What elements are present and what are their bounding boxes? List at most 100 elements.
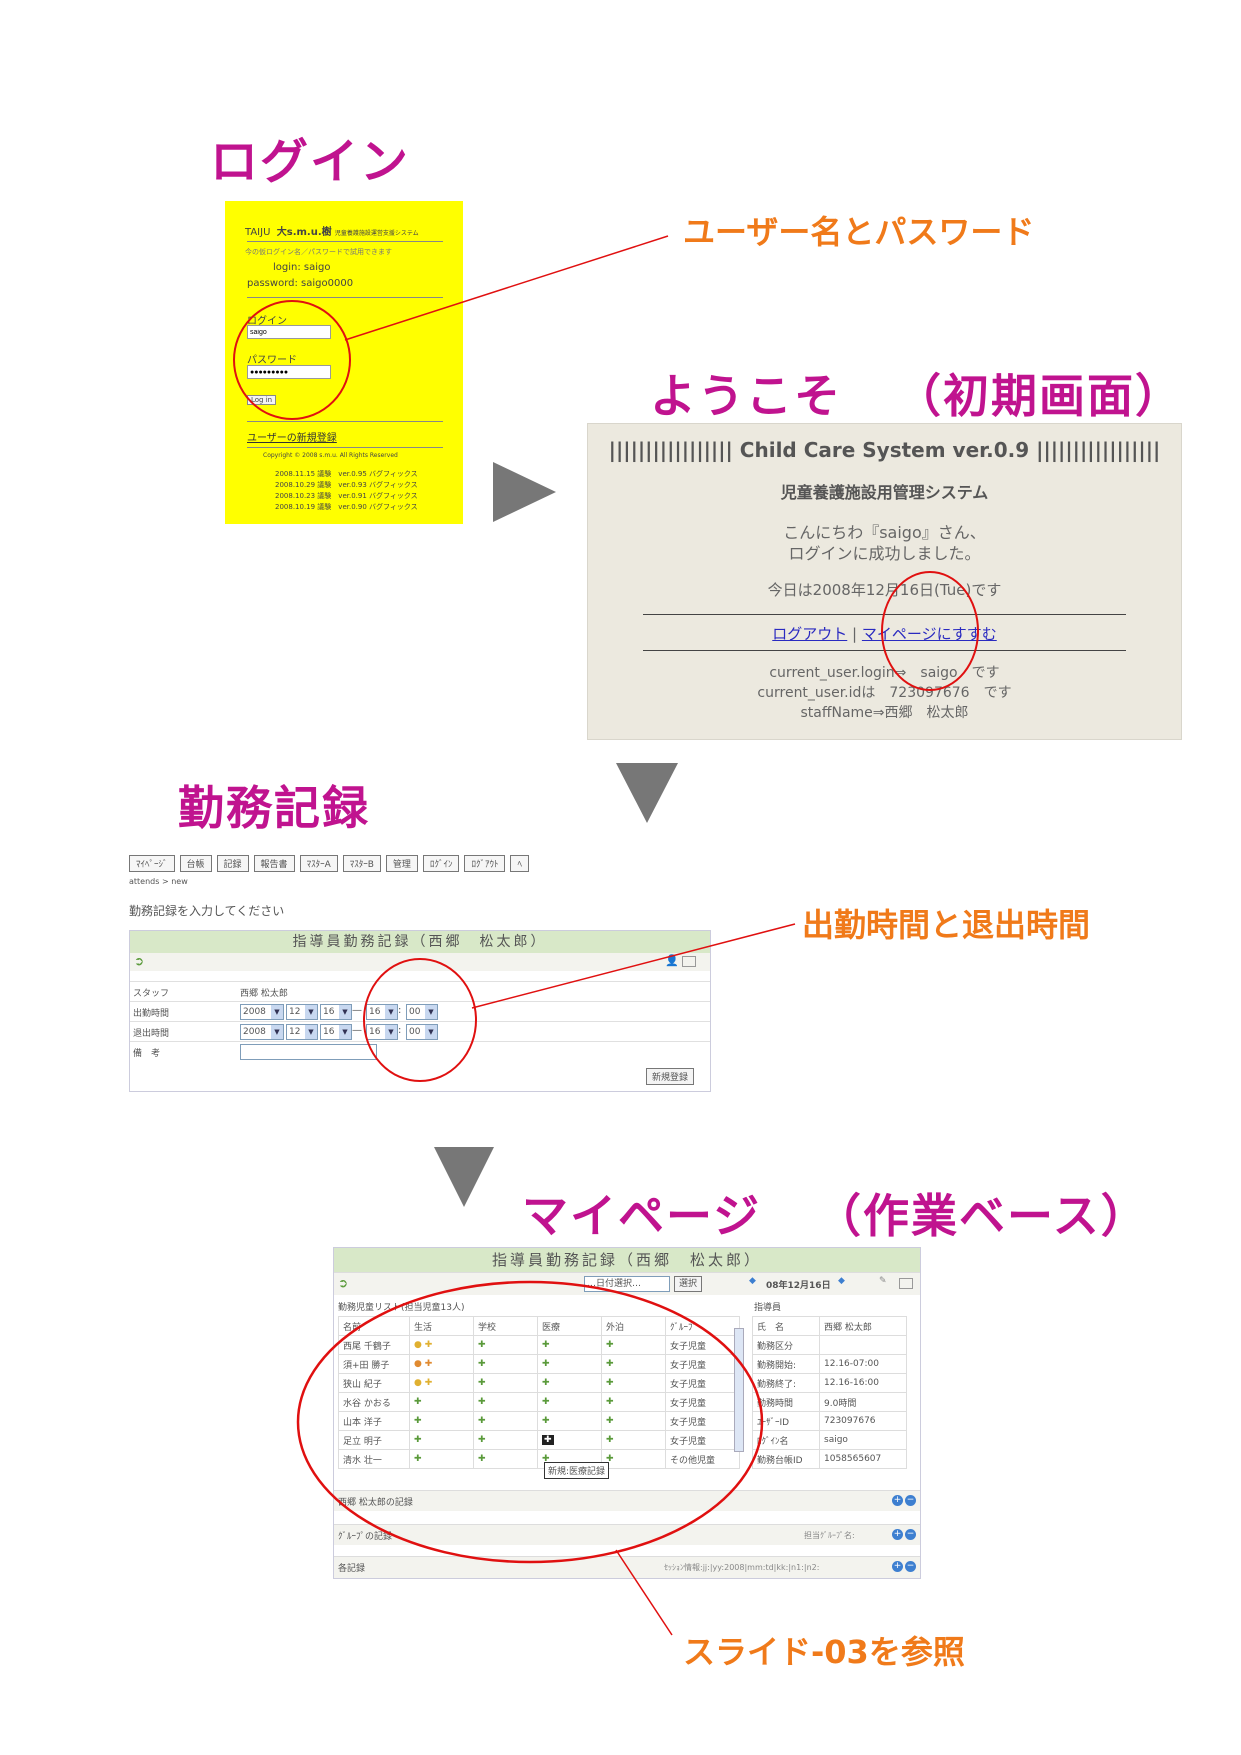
in-hour-select[interactable]: 16 ▼ xyxy=(366,1004,398,1020)
list-scrollbar[interactable] xyxy=(734,1328,744,1452)
school-icon[interactable]: ✚ xyxy=(473,1392,538,1412)
note-row: 備 考 xyxy=(130,1041,710,1062)
overnight-icon[interactable]: ✚ xyxy=(601,1373,666,1393)
user-icon[interactable]: 👤 xyxy=(665,954,679,967)
table-row[interactable]: 水谷 かおる ✚ ✚ ✚ ✚ 女子児童 xyxy=(338,1392,740,1412)
overnight-icon[interactable]: ✚ xyxy=(601,1335,666,1355)
child-name[interactable]: 西尾 千鶴子 xyxy=(338,1335,410,1355)
in-day-select[interactable]: 16 ▼ xyxy=(320,1004,352,1020)
life-icons[interactable]: ✚ xyxy=(409,1392,474,1412)
add-icon[interactable]: + xyxy=(892,1561,903,1572)
out-day-select[interactable]: 16 ▼ xyxy=(320,1024,352,1040)
table-row[interactable]: 山本 洋子 ✚ ✚ ✚ ✚ 女子児童 xyxy=(338,1411,740,1431)
next-date-icon[interactable]: ◆ xyxy=(838,1276,845,1286)
add-icon[interactable]: + xyxy=(892,1529,903,1540)
record-bar-personal[interactable]: 西郷 松太郎の記録 + − xyxy=(334,1490,920,1511)
back-arrow-icon[interactable]: ➲ xyxy=(338,1276,348,1290)
medical-icon[interactable]: ✚ xyxy=(537,1354,602,1374)
col-medical: 医療 xyxy=(537,1316,602,1336)
date-select[interactable]: …日付選択… xyxy=(584,1276,670,1292)
tab-login[interactable]: ﾛｸﾞｲﾝ xyxy=(422,855,460,872)
school-icon[interactable]: ✚ xyxy=(473,1335,538,1355)
logout-link[interactable]: ログアウト xyxy=(772,625,847,643)
medical-icon[interactable]: ✚ xyxy=(537,1392,602,1412)
collapse-icon[interactable]: − xyxy=(905,1561,916,1572)
mypage-link[interactable]: マイページにすすむ xyxy=(862,625,997,643)
table-row[interactable]: 狭山 紀子 ● ✚ ✚ ✚ ✚ 女子児童 xyxy=(338,1373,740,1393)
password-input[interactable] xyxy=(247,365,331,379)
out-minute-select[interactable]: 00 ▼ xyxy=(406,1024,438,1040)
overnight-icon[interactable]: ✚ xyxy=(601,1449,666,1469)
table-row[interactable]: 清水 壮一 ✚ ✚ ✚ ✚ その他児童 xyxy=(338,1449,740,1469)
tab-record[interactable]: 記録 xyxy=(216,855,249,872)
in-month-select[interactable]: 12 ▼ xyxy=(286,1004,318,1020)
add-icon[interactable]: + xyxy=(892,1495,903,1506)
life-icons[interactable]: ✚ xyxy=(409,1449,474,1469)
edit-icon[interactable]: ✎ xyxy=(879,1276,887,1286)
table-row[interactable]: 西尾 千鶴子 ● ✚ ✚ ✚ ✚ 女子児童 xyxy=(338,1335,740,1355)
record-bar-all[interactable]: 各記録 ｾｯｼｮﾝ情報:jj:|yy:2008|mm:td|kk:|n1:|n2… xyxy=(334,1556,920,1578)
child-name[interactable]: 水谷 かおる xyxy=(338,1392,410,1412)
child-name[interactable]: 須+田 勝子 xyxy=(338,1354,410,1374)
overnight-icon[interactable]: ✚ xyxy=(601,1411,666,1431)
window-icon[interactable] xyxy=(682,956,696,967)
staff-info: 氏 名西郷 松太郎 勤務区分 勤務開始: 12.16-07:00 勤務終了: 12.… xyxy=(752,1316,907,1469)
life-icons[interactable]: ✚ xyxy=(409,1411,474,1431)
school-icon[interactable]: ✚ xyxy=(473,1373,538,1393)
tab-mypage[interactable]: ﾏｲﾍﾟｰｼﾞ xyxy=(129,855,175,872)
nav-tabs: ﾏｲﾍﾟｰｼﾞ 台帳 記録 報告書 ﾏｽﾀｰA ﾏｽﾀｰB 管理 ﾛｸﾞｲﾝ ﾛ… xyxy=(129,855,529,872)
current-date: 08年12月16日 xyxy=(766,1281,831,1291)
out-hour-select[interactable]: 16 ▼ xyxy=(366,1024,398,1040)
table-row[interactable]: 足立 明子 ✚ ✚ ✚ ✚ 女子児童 xyxy=(338,1430,740,1450)
child-name[interactable]: 足立 明子 xyxy=(338,1430,410,1450)
in-minute-select[interactable]: 00 ▼ xyxy=(406,1004,438,1020)
out-year-select[interactable]: 2008 ▼ xyxy=(240,1024,284,1040)
overnight-icon[interactable]: ✚ xyxy=(601,1430,666,1450)
select-button[interactable]: 選択 xyxy=(674,1276,703,1292)
in-year-select[interactable]: 2008 ▼ xyxy=(240,1004,284,1020)
life-icons[interactable]: ✚ xyxy=(409,1430,474,1450)
school-icon[interactable]: ✚ xyxy=(473,1354,538,1374)
school-icon[interactable]: ✚ xyxy=(473,1430,538,1450)
tab-report[interactable]: 報告書 xyxy=(253,855,295,872)
tab-ledger[interactable]: 台帳 xyxy=(179,855,212,872)
staff-label: スタッフ xyxy=(133,989,170,999)
overnight-icon[interactable]: ✚ xyxy=(601,1392,666,1412)
life-icons[interactable]: ● ✚ xyxy=(409,1373,474,1393)
expand-buttons[interactable]: + − xyxy=(890,1495,916,1506)
medical-add-icon[interactable]: ✚ xyxy=(537,1430,602,1450)
note-input[interactable] xyxy=(240,1044,377,1060)
table-row[interactable]: 須+田 勝子 ● ✚ ✚ ✚ ✚ 女子児童 xyxy=(338,1354,740,1374)
out-month-select[interactable]: 12 ▼ xyxy=(286,1024,318,1040)
tab-more[interactable]: ﾍ xyxy=(510,855,529,872)
life-icons[interactable]: ● ✚ xyxy=(409,1354,474,1374)
medical-icon[interactable]: ✚ xyxy=(537,1373,602,1393)
child-group: 女子児童 xyxy=(665,1354,740,1374)
collapse-icon[interactable]: − xyxy=(905,1529,916,1540)
life-icons[interactable]: ● ✚ xyxy=(409,1335,474,1355)
prev-date-icon[interactable]: ◆ xyxy=(749,1276,756,1286)
submit-button[interactable]: 新規登録 xyxy=(646,1068,695,1085)
medical-icon[interactable]: ✚ xyxy=(537,1335,602,1355)
medical-icon[interactable]: ✚ xyxy=(537,1411,602,1431)
login-button[interactable]: Log in xyxy=(247,395,277,405)
tab-logout[interactable]: ﾛｸﾞｱｳﾄ xyxy=(464,855,506,872)
overnight-icon[interactable]: ✚ xyxy=(601,1354,666,1374)
record-bar-group[interactable]: ｸﾞﾙｰﾌﾟの記録 担当ｸﾞﾙｰﾌﾟ名: + − xyxy=(334,1524,920,1545)
register-link[interactable]: ユーザーの新規登録 xyxy=(247,429,337,444)
expand-buttons[interactable]: + − xyxy=(890,1529,916,1540)
child-group: 女子児童 xyxy=(665,1373,740,1393)
child-name[interactable]: 清水 壮一 xyxy=(338,1449,410,1469)
expand-buttons[interactable]: + − xyxy=(890,1561,916,1572)
school-icon[interactable]: ✚ xyxy=(473,1449,538,1469)
child-name[interactable]: 山本 洋子 xyxy=(338,1411,410,1431)
tab-master-a[interactable]: ﾏｽﾀｰA xyxy=(299,855,338,872)
school-icon[interactable]: ✚ xyxy=(473,1411,538,1431)
back-arrow-icon[interactable]: ➲ xyxy=(134,954,144,968)
window-icon[interactable] xyxy=(899,1278,913,1289)
collapse-icon[interactable]: − xyxy=(905,1495,916,1506)
login-input[interactable] xyxy=(247,325,331,339)
child-name[interactable]: 狭山 紀子 xyxy=(338,1373,410,1393)
tab-admin[interactable]: 管理 xyxy=(385,855,418,872)
tab-master-b[interactable]: ﾏｽﾀｰB xyxy=(342,855,381,872)
